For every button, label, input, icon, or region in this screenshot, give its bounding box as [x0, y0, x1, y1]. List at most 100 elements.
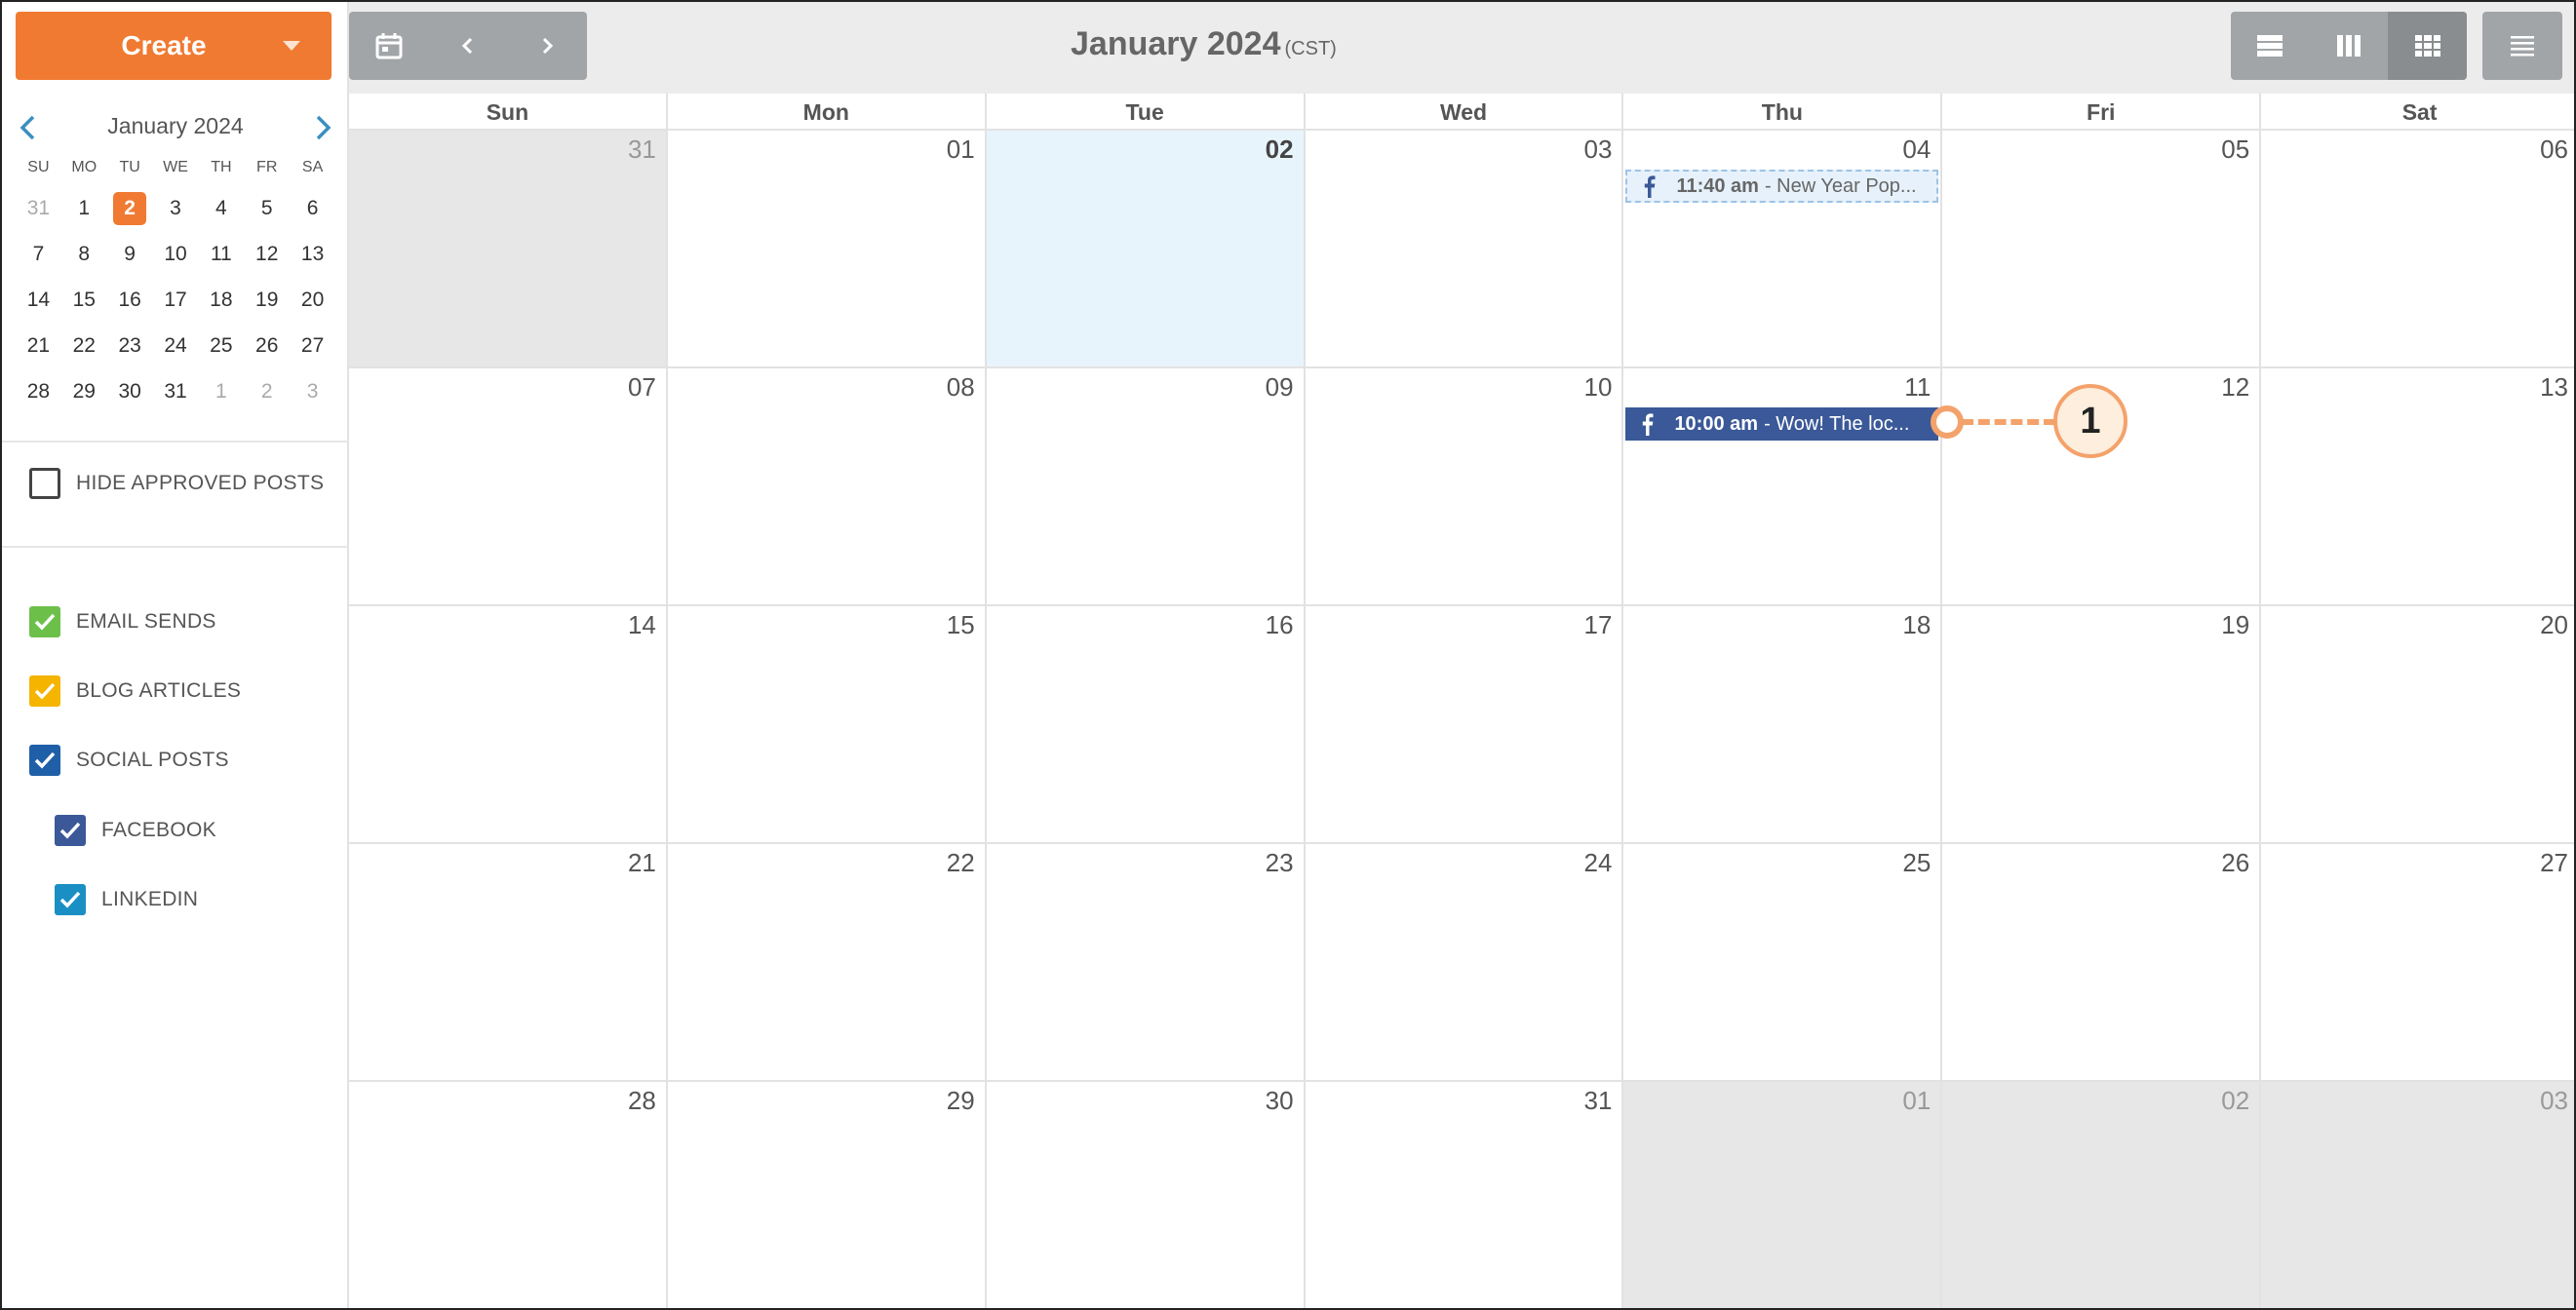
- mini-day[interactable]: 3: [290, 368, 335, 414]
- mini-day[interactable]: 28: [16, 368, 61, 414]
- checkbox-checked[interactable]: [55, 815, 86, 846]
- day-cell[interactable]: 07: [349, 368, 666, 604]
- filter-email-sends[interactable]: EMAIL SENDS: [29, 606, 216, 637]
- mini-day-number: 3: [170, 196, 181, 219]
- day-cell[interactable]: 01: [1621, 1082, 1941, 1308]
- filter-facebook[interactable]: FACEBOOK: [55, 815, 216, 846]
- filter-linkedin[interactable]: LINKEDIN: [55, 884, 198, 915]
- mini-day[interactable]: 31: [16, 185, 61, 231]
- mini-day[interactable]: 21: [16, 323, 61, 368]
- mini-day[interactable]: 15: [61, 277, 107, 323]
- hide-approved-posts-toggle[interactable]: HIDE APPROVED POSTS: [29, 468, 324, 499]
- day-cell[interactable]: 05: [1940, 131, 2260, 366]
- day-cell[interactable]: 03: [1303, 131, 1622, 366]
- day-cell[interactable]: 22: [665, 844, 985, 1080]
- mini-day[interactable]: 31: [153, 368, 199, 414]
- week-view-button[interactable]: [2310, 12, 2389, 80]
- day-cell[interactable]: 08: [665, 368, 985, 604]
- today-button[interactable]: [349, 12, 428, 80]
- day-cell[interactable]: 10: [1303, 368, 1622, 604]
- mini-day[interactable]: 17: [153, 277, 199, 323]
- day-cell[interactable]: 17: [1303, 606, 1622, 842]
- mini-day[interactable]: 30: [107, 368, 153, 414]
- day-cell[interactable]: 20: [2259, 606, 2574, 842]
- day-cell[interactable]: 21: [349, 844, 666, 1080]
- day-cell[interactable]: 24: [1303, 844, 1622, 1080]
- day-cell[interactable]: 04 11:40 am - New Year Pop...: [1621, 131, 1941, 366]
- day-cell[interactable]: 19: [1940, 606, 2260, 842]
- day-cell[interactable]: 01: [665, 131, 985, 366]
- filter-blog-articles[interactable]: BLOG ARTICLES: [29, 675, 241, 707]
- mini-day[interactable]: 26: [244, 323, 290, 368]
- day-cell[interactable]: 06: [2259, 131, 2574, 366]
- mini-day[interactable]: 2: [244, 368, 290, 414]
- day-cell[interactable]: 23: [984, 844, 1304, 1080]
- mini-day[interactable]: 19: [244, 277, 290, 323]
- day-cell[interactable]: 31: [1303, 1082, 1622, 1308]
- mini-day[interactable]: 1: [198, 368, 244, 414]
- mini-day[interactable]: 4: [198, 185, 244, 231]
- caret-down-icon[interactable]: [283, 41, 300, 51]
- day-cell[interactable]: 29: [665, 1082, 985, 1308]
- mini-next-month-button[interactable]: [310, 113, 335, 142]
- day-cell[interactable]: 13: [2259, 368, 2574, 604]
- next-month-button[interactable]: [508, 12, 587, 80]
- day-cell[interactable]: 30: [984, 1082, 1304, 1308]
- mini-day[interactable]: 12: [244, 231, 290, 277]
- mini-day[interactable]: 11: [198, 231, 244, 277]
- day-cell[interactable]: 16: [984, 606, 1304, 842]
- day-cell[interactable]: 11 10:00 am - Wow! The loc...: [1621, 368, 1941, 604]
- mini-day[interactable]: 8: [61, 231, 107, 277]
- day-number: 24: [1583, 848, 1613, 877]
- day-cell-today[interactable]: 02: [984, 131, 1304, 366]
- day-cell[interactable]: 14: [349, 606, 666, 842]
- mini-day[interactable]: 3: [153, 185, 199, 231]
- list-view-button[interactable]: [2231, 12, 2310, 80]
- mini-day[interactable]: 13: [290, 231, 335, 277]
- mini-day[interactable]: 20: [290, 277, 335, 323]
- mini-day[interactable]: 6: [290, 185, 335, 231]
- weekday-label: Wed: [1303, 94, 1622, 129]
- checkbox-checked[interactable]: [29, 606, 60, 637]
- day-cell[interactable]: 26: [1940, 844, 2260, 1080]
- mini-day[interactable]: 7: [16, 231, 61, 277]
- mini-day[interactable]: 5: [244, 185, 290, 231]
- day-cell[interactable]: 02: [1940, 1082, 2260, 1308]
- day-cell[interactable]: 25: [1621, 844, 1941, 1080]
- checkbox-checked[interactable]: [29, 745, 60, 776]
- checkbox-checked[interactable]: [29, 675, 60, 707]
- day-cell[interactable]: 28: [349, 1082, 666, 1308]
- event-e1[interactable]: 11:40 am - New Year Pop...: [1625, 170, 1939, 203]
- day-cell[interactable]: 15: [665, 606, 985, 842]
- mini-day[interactable]: 18: [198, 277, 244, 323]
- filter-social-posts[interactable]: SOCIAL POSTS: [29, 745, 229, 776]
- day-cell[interactable]: 03: [2259, 1082, 2574, 1308]
- event-e2[interactable]: 10:00 am - Wow! The loc...: [1625, 407, 1939, 441]
- mini-day-number: 25: [210, 333, 233, 357]
- day-cell[interactable]: 31: [349, 131, 666, 366]
- mini-day[interactable]: 1: [61, 185, 107, 231]
- day-cell[interactable]: 18: [1621, 606, 1941, 842]
- mini-day[interactable]: 9: [107, 231, 153, 277]
- weekday-label: Thu: [1621, 94, 1940, 129]
- month-view-button[interactable]: [2388, 12, 2467, 80]
- day-cell[interactable]: 09: [984, 368, 1304, 604]
- mini-day[interactable]: 24: [153, 323, 199, 368]
- mini-weekday-label: SA: [301, 159, 324, 175]
- mini-day[interactable]: 14: [16, 277, 61, 323]
- day-cell[interactable]: 27: [2259, 844, 2574, 1080]
- menu-button[interactable]: [2482, 12, 2562, 80]
- checkbox-unchecked[interactable]: [29, 468, 60, 499]
- mini-day-number: 14: [26, 288, 51, 311]
- mini-day[interactable]: 25: [198, 323, 244, 368]
- mini-day[interactable]: 10: [153, 231, 199, 277]
- mini-day[interactable]: 23: [107, 323, 153, 368]
- previous-month-button[interactable]: [428, 12, 507, 80]
- mini-day[interactable]: 16: [107, 277, 153, 323]
- mini-day[interactable]: 29: [61, 368, 107, 414]
- mini-day[interactable]: 22: [61, 323, 107, 368]
- mini-day-today[interactable]: 2: [107, 185, 153, 231]
- mini-day[interactable]: 27: [290, 323, 335, 368]
- checkbox-checked[interactable]: [55, 884, 86, 915]
- create-button[interactable]: Create: [16, 12, 332, 80]
